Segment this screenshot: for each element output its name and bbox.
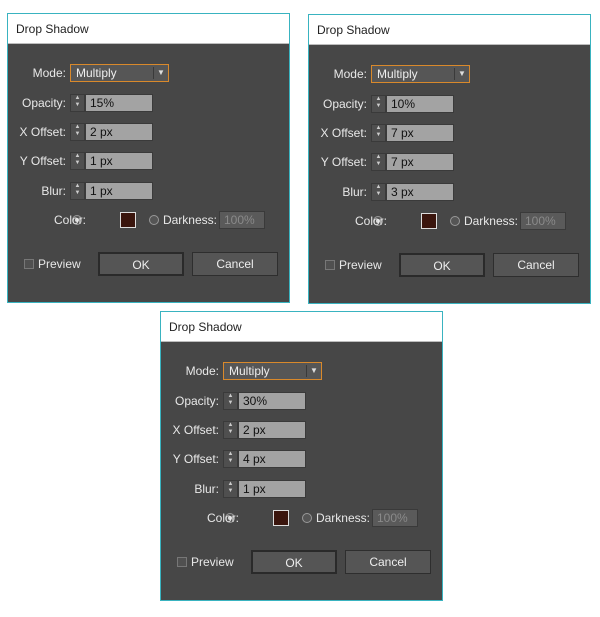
color-swatch[interactable] — [421, 213, 437, 229]
chevron-down-icon: ▼ — [306, 365, 321, 377]
x-offset-input[interactable]: 2 px — [238, 421, 306, 439]
cancel-button[interactable]: Cancel — [345, 550, 431, 574]
opacity-label: Opacity: — [322, 97, 367, 111]
dialog-title: Drop Shadow — [161, 312, 442, 342]
blur-label: Blur: — [194, 482, 219, 496]
darkness-label: Darkness: — [315, 511, 370, 525]
opacity-label: Opacity: — [174, 394, 219, 408]
darkness-label: Darkness: — [463, 214, 518, 228]
mode-dropdown[interactable]: Multiply ▼ — [223, 362, 322, 380]
ok-button[interactable]: OK — [399, 253, 485, 277]
opacity-stepper[interactable]: ▲ ▼ — [371, 95, 386, 113]
opacity-input[interactable]: 10% — [386, 95, 454, 113]
x-offset-label: X Offset: — [172, 423, 219, 437]
color-swatch[interactable] — [273, 510, 289, 526]
y-offset-input[interactable]: 4 px — [238, 450, 306, 468]
mode-value: Multiply — [76, 66, 117, 80]
blur-label: Blur: — [342, 185, 367, 199]
darkness-label: Darkness: — [162, 213, 217, 227]
preview-label: Preview — [339, 258, 382, 272]
preview-checkbox[interactable] — [325, 260, 335, 270]
opacity-input[interactable]: 15% — [85, 94, 153, 112]
y-offset-label: Y Offset: — [320, 155, 367, 169]
mode-value: Multiply — [229, 364, 270, 378]
drop-shadow-dialog: Drop Shadow Mode: Multiply ▼ Opacity: ▲ ▼ … — [160, 311, 443, 601]
blur-label: Blur: — [41, 184, 66, 198]
y-offset-input[interactable]: 7 px — [386, 153, 454, 171]
x-offset-input[interactable]: 7 px — [386, 124, 454, 142]
opacity-stepper[interactable]: ▲ ▼ — [70, 94, 85, 112]
blur-input[interactable]: 3 px — [386, 183, 454, 201]
preview-checkbox[interactable] — [24, 259, 34, 269]
blur-stepper[interactable]: ▲ ▼ — [70, 182, 85, 200]
cancel-button[interactable]: Cancel — [192, 252, 278, 276]
cancel-button[interactable]: Cancel — [493, 253, 579, 277]
blur-input[interactable]: 1 px — [85, 182, 153, 200]
blur-stepper[interactable]: ▲ ▼ — [223, 480, 238, 498]
mode-value: Multiply — [377, 67, 418, 81]
drop-shadow-dialog: Drop Shadow Mode: Multiply ▼ Opacity: ▲ ▼ … — [308, 14, 591, 304]
drop-shadow-dialog: Drop Shadow Mode: Multiply ▼ Opacity: ▲ ▼ … — [7, 13, 290, 303]
darkness-input[interactable]: 100% — [520, 212, 566, 230]
mode-label: Mode: — [32, 66, 66, 80]
dialog-title: Drop Shadow — [309, 15, 590, 45]
y-offset-label: Y Offset: — [172, 452, 219, 466]
mode-dropdown[interactable]: Multiply ▼ — [70, 64, 169, 82]
dialog-title: Drop Shadow — [8, 14, 289, 44]
color-label: Color: — [206, 511, 239, 525]
y-offset-label: Y Offset: — [19, 154, 66, 168]
preview-label: Preview — [191, 555, 234, 569]
opacity-label: Opacity: — [21, 96, 66, 110]
ok-button[interactable]: OK — [251, 550, 337, 574]
preview-checkbox[interactable] — [177, 557, 187, 567]
ok-button[interactable]: OK — [98, 252, 184, 276]
preview-label: Preview — [38, 257, 81, 271]
mode-label: Mode: — [185, 364, 219, 378]
chevron-down-icon: ▼ — [153, 67, 168, 79]
x-offset-stepper[interactable]: ▲ ▼ — [70, 123, 85, 141]
mode-label: Mode: — [333, 67, 367, 81]
x-offset-input[interactable]: 2 px — [85, 123, 153, 141]
x-offset-label: X Offset: — [19, 125, 66, 139]
blur-stepper[interactable]: ▲ ▼ — [371, 183, 386, 201]
chevron-down-icon: ▼ — [454, 68, 469, 80]
x-offset-stepper[interactable]: ▲ ▼ — [223, 421, 238, 439]
y-offset-stepper[interactable]: ▲ ▼ — [223, 450, 238, 468]
blur-input[interactable]: 1 px — [238, 480, 306, 498]
y-offset-stepper[interactable]: ▲ ▼ — [371, 153, 386, 171]
color-label: Color: — [53, 213, 86, 227]
color-label: Color: — [354, 214, 387, 228]
x-offset-label: X Offset: — [320, 126, 367, 140]
y-offset-stepper[interactable]: ▲ ▼ — [70, 152, 85, 170]
opacity-stepper[interactable]: ▲ ▼ — [223, 392, 238, 410]
darkness-input[interactable]: 100% — [219, 211, 265, 229]
color-swatch[interactable] — [120, 212, 136, 228]
opacity-input[interactable]: 30% — [238, 392, 306, 410]
mode-dropdown[interactable]: Multiply ▼ — [371, 65, 470, 83]
y-offset-input[interactable]: 1 px — [85, 152, 153, 170]
darkness-input[interactable]: 100% — [372, 509, 418, 527]
x-offset-stepper[interactable]: ▲ ▼ — [371, 124, 386, 142]
